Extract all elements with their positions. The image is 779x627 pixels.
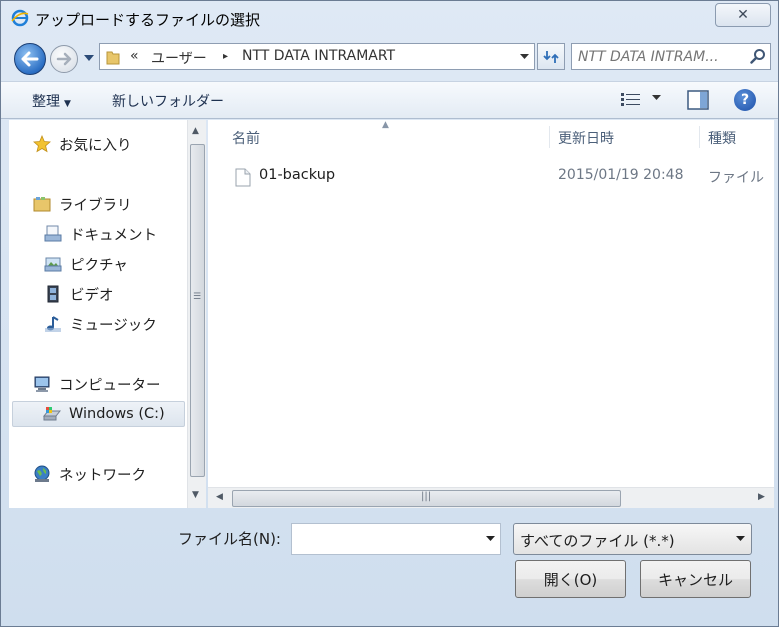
- scrollbar-grip-icon: |||: [421, 491, 432, 502]
- scroll-down-arrow-icon[interactable]: ▼: [192, 490, 199, 500]
- filename-input[interactable]: [296, 529, 476, 549]
- address-bar[interactable]: « ユーザー ▸ NTT DATA INTRAMART: [99, 43, 535, 70]
- help-icon[interactable]: ?: [734, 89, 756, 111]
- breadcrumb-current[interactable]: NTT DATA INTRAMART: [242, 48, 395, 64]
- sidebar-item-favorites[interactable]: お気に入り: [33, 131, 132, 157]
- scroll-right-arrow-icon[interactable]: ▶: [758, 492, 765, 502]
- close-button[interactable]: ✕: [715, 3, 771, 27]
- star-icon: [33, 135, 51, 153]
- sidebar-item-documents[interactable]: ドキュメント: [44, 221, 157, 247]
- column-header-type[interactable]: 種類: [708, 124, 736, 152]
- column-header-name[interactable]: 名前: [232, 124, 260, 152]
- open-button-label: 開く(O): [543, 570, 598, 589]
- sidebar-item-label: ネットワーク: [59, 467, 146, 484]
- refresh-button[interactable]: [537, 43, 565, 70]
- new-folder-button[interactable]: 新しいフォルダー: [112, 91, 224, 111]
- organize-label: 整理: [32, 94, 60, 110]
- sidebar-item-libraries[interactable]: ライブラリ: [33, 191, 132, 217]
- sidebar-item-label: ピクチャ: [70, 257, 128, 274]
- filename-label: ファイル名(N):: [178, 530, 281, 548]
- sidebar-item-network[interactable]: ネットワーク: [33, 461, 146, 487]
- column-header-label: 種類: [708, 131, 736, 147]
- caret-down-icon: ▼: [64, 99, 71, 109]
- back-arrow-icon: [21, 51, 39, 67]
- sidebar-item-computer[interactable]: コンピューター: [33, 371, 161, 397]
- computer-icon: [34, 376, 50, 392]
- scroll-up-arrow-icon[interactable]: ▲: [192, 126, 199, 136]
- cancel-button[interactable]: キャンセル: [640, 560, 751, 598]
- chevron-down-icon[interactable]: [486, 536, 495, 541]
- scroll-left-arrow-icon[interactable]: ◀: [216, 492, 223, 502]
- navigation-pane: お気に入り ライブラリ ドキュメント ピクチャ ビデオ ミュージック コンピュー…: [9, 120, 187, 508]
- sidebar-item-label: コンピューター: [59, 377, 161, 394]
- search-input[interactable]: [578, 47, 742, 67]
- file-upload-dialog: アップロードするファイルの選択 ✕ « ユーザー ▸ NTT DATA INTR…: [0, 0, 779, 627]
- cancel-button-label: キャンセル: [657, 570, 733, 589]
- dialog-title: アップロードするファイルの選択: [35, 11, 261, 29]
- preview-pane-icon[interactable]: [687, 90, 709, 110]
- recent-pages-dropdown-icon[interactable]: [84, 55, 94, 61]
- title-bar: アップロードするファイルの選択 ✕: [1, 1, 778, 35]
- file-list: ▲ 名前 更新日時 種類 01-backup 2015/01/19 20:48 …: [208, 120, 774, 487]
- sidebar-item-label: ミュージック: [70, 317, 157, 334]
- file-name: 01-backup: [259, 167, 336, 183]
- search-icon[interactable]: [750, 48, 766, 64]
- breadcrumb-separator[interactable]: ▸: [223, 51, 228, 62]
- view-details-icon[interactable]: [620, 91, 642, 109]
- sidebar-item-pictures[interactable]: ピクチャ: [44, 251, 128, 277]
- sidebar-item-videos[interactable]: ビデオ: [44, 281, 114, 307]
- column-divider[interactable]: [699, 126, 700, 148]
- view-options-chevron-icon[interactable]: [652, 95, 661, 100]
- scrollbar-thumb[interactable]: [190, 144, 205, 477]
- documents-icon: [44, 225, 62, 242]
- file-type: ファイル: [708, 170, 764, 186]
- column-header-label: 更新日時: [558, 131, 614, 147]
- sidebar-item-label: お気に入り: [59, 137, 132, 154]
- close-icon: ✕: [737, 7, 749, 23]
- command-toolbar: 整理 ▼ 新しいフォルダー ?: [1, 81, 778, 119]
- sidebar-item-music[interactable]: ミュージック: [44, 311, 157, 337]
- organize-button[interactable]: 整理 ▼: [32, 91, 71, 111]
- column-header-label: 名前: [232, 131, 260, 147]
- network-icon: [34, 465, 50, 482]
- scrollbar-grip-icon: ☰: [193, 292, 202, 302]
- library-icon: [33, 197, 51, 212]
- navigation-pane-scrollbar[interactable]: ▲ ☰ ▼: [187, 120, 206, 508]
- folder-icon: [106, 51, 120, 65]
- dialog-footer: ファイル名(N): すべてのファイル (*.*) 開く(O) キャンセル: [1, 508, 778, 626]
- video-icon: [47, 285, 59, 303]
- filename-combobox[interactable]: [291, 523, 501, 555]
- back-button[interactable]: [14, 43, 46, 75]
- sidebar-item-label: ビデオ: [70, 287, 114, 304]
- column-header-date[interactable]: 更新日時: [558, 124, 614, 152]
- sidebar-item-label: Windows (C:): [69, 406, 165, 422]
- forward-arrow-icon: [56, 52, 72, 66]
- new-folder-label: 新しいフォルダー: [112, 94, 224, 110]
- file-icon: [235, 168, 251, 187]
- file-list-horizontal-scrollbar[interactable]: ◀ ||| ▶: [208, 487, 774, 508]
- breadcrumb-overflow[interactable]: «: [130, 48, 139, 64]
- file-date: 2015/01/19 20:48: [558, 167, 684, 183]
- pictures-icon: [44, 257, 62, 272]
- drive-icon: [43, 407, 61, 421]
- sidebar-item-windows-drive[interactable]: Windows (C:): [12, 401, 185, 427]
- filetype-selected: すべてのファイル (*.*): [520, 532, 675, 550]
- sort-ascending-icon: ▲: [382, 120, 389, 130]
- sidebar-item-label: ライブラリ: [59, 197, 132, 214]
- chevron-down-icon[interactable]: [520, 54, 529, 59]
- open-button[interactable]: 開く(O): [515, 560, 626, 598]
- forward-button[interactable]: [50, 45, 78, 73]
- search-box[interactable]: [571, 43, 771, 70]
- chevron-down-icon[interactable]: [736, 536, 745, 541]
- file-row[interactable]: 01-backup 2015/01/19 20:48 ファイル: [208, 164, 774, 188]
- column-divider[interactable]: [549, 126, 550, 148]
- refresh-icon: [543, 50, 559, 63]
- help-label: ?: [740, 92, 750, 108]
- navigation-bar: « ユーザー ▸ NTT DATA INTRAMART: [1, 37, 778, 77]
- filetype-select[interactable]: すべてのファイル (*.*): [513, 523, 752, 555]
- sidebar-item-label: ドキュメント: [70, 227, 157, 244]
- internet-explorer-icon: [11, 9, 29, 27]
- breadcrumb-user[interactable]: ユーザー: [151, 48, 207, 68]
- music-icon: [45, 316, 61, 332]
